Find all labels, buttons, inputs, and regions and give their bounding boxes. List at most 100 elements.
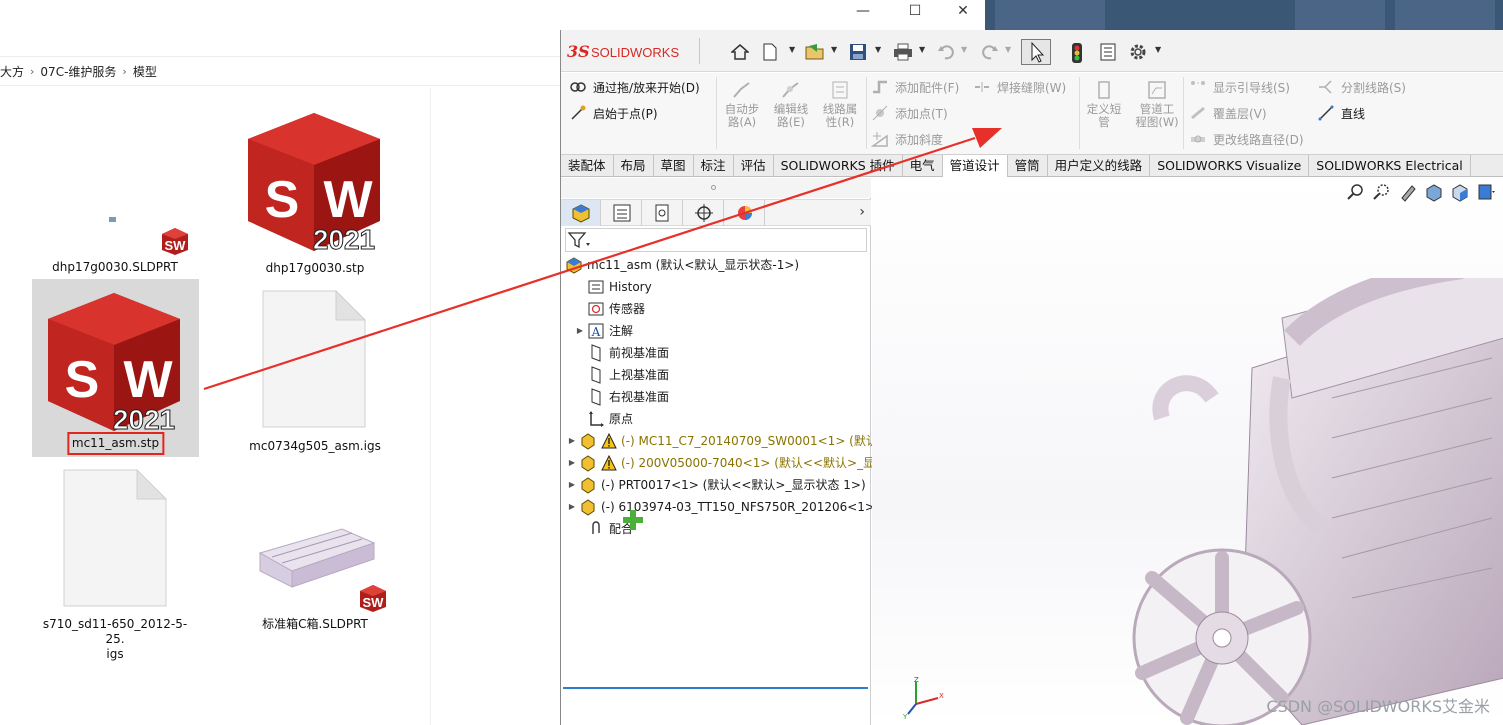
file-item[interactable]: s710_sd11-650_2012-5-25. igs bbox=[40, 465, 190, 661]
minimize-button[interactable]: — bbox=[840, 0, 886, 24]
dimxpert-tab[interactable] bbox=[684, 200, 724, 226]
tab-sketch[interactable]: 草图 bbox=[654, 155, 694, 177]
feature-tree-tab[interactable] bbox=[561, 200, 601, 226]
weld-gap-button[interactable]: 焊接缝隙(W) bbox=[973, 78, 1066, 96]
chevron-down-icon[interactable]: ▼ bbox=[1005, 45, 1011, 54]
new-document-icon[interactable] bbox=[761, 43, 779, 61]
reference-triad: Z X Y bbox=[902, 674, 946, 721]
tree-item-component[interactable]: ▶ (-) 6103974-03_TT150_NFS750R_201206<1> bbox=[565, 496, 875, 517]
chevron-down-icon[interactable]: ▼ bbox=[875, 45, 881, 54]
tree-item-front-plane[interactable]: 前视基准面 bbox=[573, 342, 669, 363]
tab-visualize[interactable]: SOLIDWORKS Visualize bbox=[1150, 155, 1310, 177]
show-guides-button[interactable]: 显示引导线(S) bbox=[1189, 78, 1290, 96]
file-item-selected[interactable]: S W 2021 mc11_asm.stp bbox=[32, 279, 199, 457]
tab-layout[interactable]: 布局 bbox=[614, 155, 654, 177]
chevron-right-icon[interactable]: › bbox=[859, 204, 865, 220]
panel-grip[interactable] bbox=[561, 178, 871, 198]
breadcrumb-item[interactable]: 模型 bbox=[133, 63, 157, 80]
expand-arrow-icon[interactable]: ▶ bbox=[565, 502, 579, 511]
gear-icon[interactable] bbox=[1129, 43, 1147, 61]
add-point-button[interactable]: 添加点(T) bbox=[871, 104, 948, 122]
graphics-viewport[interactable]: Z X Y CSDN @SOLIDWORKS艾金米 bbox=[872, 178, 1503, 725]
select-tool-button[interactable] bbox=[1021, 39, 1051, 65]
line-icon bbox=[1317, 104, 1335, 122]
view-orientation-icon[interactable] bbox=[1450, 182, 1470, 202]
tab-electrical-solidworks[interactable]: SOLIDWORKS Electrical bbox=[1309, 155, 1471, 177]
section-view-icon[interactable] bbox=[1424, 182, 1444, 202]
start-by-drag-button[interactable]: 通过拖/放来开始(D) bbox=[569, 78, 700, 96]
file-name-highlighted: mc11_asm.stp bbox=[66, 432, 165, 455]
triad-x-label: X bbox=[939, 692, 944, 700]
undo-icon[interactable] bbox=[937, 43, 955, 61]
edit-route-button[interactable]: 编辑线 路(E) bbox=[768, 79, 814, 129]
expand-arrow-icon[interactable]: ▶ bbox=[565, 480, 579, 489]
print-icon[interactable] bbox=[893, 43, 912, 61]
tab-piping[interactable]: 管道设计 bbox=[942, 155, 1008, 177]
line-button[interactable]: 直线 bbox=[1317, 104, 1365, 122]
add-fitting-button[interactable]: 添加配件(F) bbox=[871, 78, 959, 96]
change-route-diameter-button[interactable]: 更改线路直径(D) bbox=[1189, 130, 1304, 148]
feature-manager-tabs: › bbox=[561, 199, 871, 226]
auto-route-button[interactable]: 自动步 路(A) bbox=[719, 79, 765, 129]
add-slope-button[interactable]: 添加斜度 bbox=[870, 130, 943, 148]
chevron-down-icon[interactable]: ▼ bbox=[1155, 45, 1161, 54]
file-item[interactable]: S W 2021 dhp17g0030.stp bbox=[240, 105, 390, 280]
cover-layer-button[interactable]: 覆盖层(V) bbox=[1189, 104, 1267, 122]
document-icon bbox=[262, 289, 367, 431]
tree-item-sensors[interactable]: 传感器 bbox=[573, 298, 645, 319]
tree-item-component[interactable]: ▶ (-) MC11_C7_20140709_SW0001<1> (默认 bbox=[565, 430, 878, 451]
chevron-down-icon[interactable]: ▼ bbox=[789, 45, 795, 54]
tab-addins[interactable]: SOLIDWORKS 插件 bbox=[774, 155, 903, 177]
define-stub-button[interactable]: 定义短 管 bbox=[1083, 79, 1125, 129]
display-manager-tab[interactable] bbox=[725, 200, 765, 226]
pipe-drawing-button[interactable]: 管道工 程图(W) bbox=[1131, 79, 1183, 129]
file-item[interactable]: mc0734g505_asm.igs bbox=[240, 285, 390, 460]
tree-filter-field[interactable] bbox=[565, 228, 867, 252]
engine-model-render[interactable] bbox=[1132, 278, 1503, 725]
save-icon[interactable] bbox=[849, 43, 867, 61]
tree-item-component[interactable]: ▶ (-) 200V05000-7040<1> (默认<<默认>_显 bbox=[565, 452, 875, 473]
tab-assembly[interactable]: 装配体 bbox=[561, 155, 614, 177]
tree-item-top-plane[interactable]: 上视基准面 bbox=[573, 364, 669, 385]
zoom-to-area-icon[interactable] bbox=[1372, 182, 1392, 202]
tab-evaluate[interactable]: 评估 bbox=[734, 155, 774, 177]
file-item[interactable]: SW dhp17g0030.SLDPRT bbox=[40, 190, 190, 280]
tree-item-right-plane[interactable]: 右视基准面 bbox=[573, 386, 669, 407]
breadcrumb-item[interactable]: 大方 bbox=[0, 63, 24, 80]
configuration-manager-tab[interactable] bbox=[643, 200, 683, 226]
expand-arrow-icon[interactable]: ▶ bbox=[573, 326, 587, 335]
home-icon[interactable] bbox=[730, 43, 750, 61]
redo-icon[interactable] bbox=[981, 43, 999, 61]
display-style-icon[interactable] bbox=[1476, 182, 1496, 202]
tree-root-assembly[interactable]: mc11_asm (默认<默认_显示状态-1>) bbox=[565, 254, 799, 275]
rebuild-traffic-light-icon[interactable] bbox=[1071, 43, 1089, 63]
add-slope-icon bbox=[870, 130, 889, 148]
previous-view-icon[interactable] bbox=[1398, 182, 1418, 202]
close-button[interactable]: ✕ bbox=[940, 0, 986, 24]
file-item[interactable]: SW 标准箱C箱.SLDPRT bbox=[240, 505, 390, 635]
zoom-to-fit-icon[interactable] bbox=[1346, 182, 1366, 202]
file-name: s710_sd11-650_2012-5-25. igs bbox=[42, 617, 188, 661]
tab-tubing[interactable]: 管筒 bbox=[1008, 155, 1048, 177]
expand-arrow-icon[interactable]: ▶ bbox=[565, 436, 579, 445]
tree-item-annotations[interactable]: ▶ A 注解 bbox=[573, 320, 633, 341]
chevron-down-icon[interactable]: ▼ bbox=[961, 45, 967, 54]
tab-markup[interactable]: 标注 bbox=[694, 155, 734, 177]
tree-item-history[interactable]: History bbox=[573, 276, 652, 297]
start-at-point-button[interactable]: 启始于点(P) bbox=[569, 104, 658, 122]
breadcrumb-item[interactable]: 07C-维护服务 bbox=[40, 63, 116, 80]
chevron-down-icon[interactable]: ▼ bbox=[831, 45, 837, 54]
tree-item-origin[interactable]: 原点 bbox=[573, 408, 633, 429]
maximize-button[interactable]: ☐ bbox=[892, 0, 938, 24]
expand-arrow-icon[interactable]: ▶ bbox=[565, 458, 579, 467]
file-properties-icon[interactable] bbox=[1099, 43, 1117, 61]
plane-icon bbox=[587, 365, 605, 384]
tab-user-defined-route[interactable]: 用户定义的线路 bbox=[1048, 155, 1151, 177]
tab-electrical[interactable]: 电气 bbox=[903, 155, 943, 177]
route-properties-button[interactable]: 线路属 性(R) bbox=[817, 79, 863, 129]
chevron-down-icon[interactable]: ▼ bbox=[919, 45, 925, 54]
property-manager-tab[interactable] bbox=[602, 200, 642, 226]
open-folder-icon[interactable] bbox=[805, 43, 824, 61]
tree-item-component[interactable]: ▶ (-) PRT0017<1> (默认<<默认>_显示状态 1>) bbox=[565, 474, 866, 495]
split-route-button[interactable]: 分割线路(S) bbox=[1317, 78, 1406, 96]
